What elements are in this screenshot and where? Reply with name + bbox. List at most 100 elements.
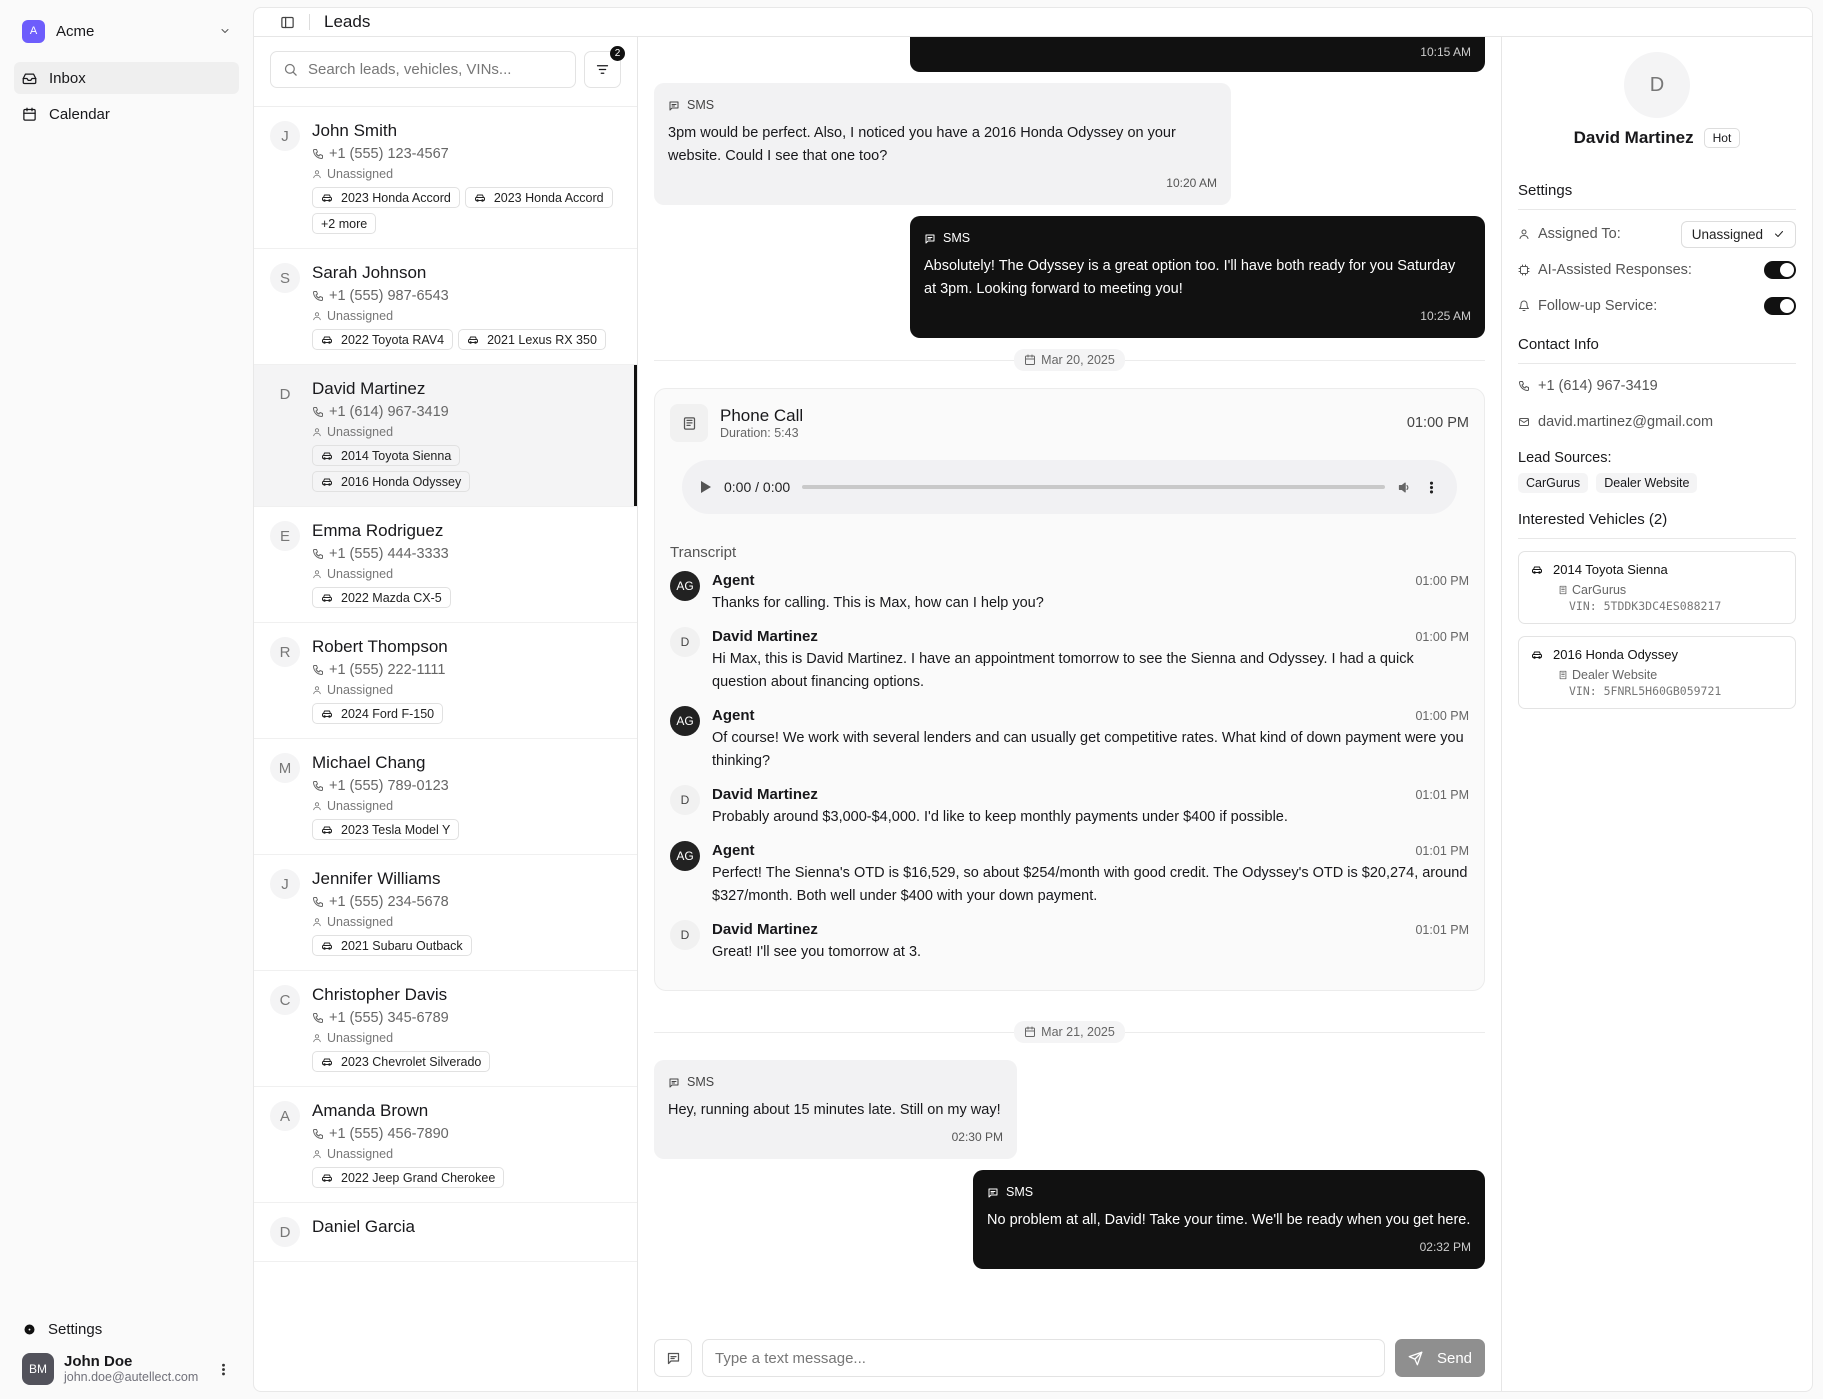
calendar-icon [1025,354,1036,365]
message-text: Hey, running about 15 minutes late. Stil… [668,1102,1001,1118]
vehicle-chip-label: 2021 Lexus RX 350 [487,332,597,347]
assign-select[interactable]: Unassigned [1680,220,1796,248]
leads-panel: Search leads, vehicles, VINs... 2 J John… [254,37,638,1391]
phone-icon [313,665,323,675]
vehicle-name: 2014 Toyota Sienna [1553,562,1668,577]
vehicle-chip: 2023 Honda Accord [464,187,613,208]
channel-toggle-button[interactable] [654,1339,692,1377]
vehicle-chip-label: 2022 Mazda CX-5 [341,590,442,605]
more-vertical-icon[interactable] [216,1362,231,1377]
more-vehicles-chip[interactable]: +2 more [312,213,377,234]
lead-list-item[interactable]: E Emma Rodriguez +1 (555) 444-3333 Unass… [254,507,637,623]
status-badge[interactable]: Hot [1703,128,1741,148]
lead-phone: +1 (555) 234-5678 [312,893,621,911]
lead-assignee: Unassigned [312,166,621,182]
lead-phone-value: +1 (555) 123-4567 [329,146,449,162]
vehicle-chips: 2022 Jeep Grand Cherokee [312,1167,621,1188]
message-thread: 10:15 AM SMS 3pm would be perfect. Also,… [638,37,1501,1316]
vehicle-chips: 2021 Subaru Outback [312,935,621,956]
lead-list-item[interactable]: C Christopher Davis +1 (555) 345-6789 Un… [254,971,637,1087]
lead-list-item[interactable]: R Robert Thompson +1 (555) 222-1111 Unas… [254,623,637,739]
calendar-icon [1025,1026,1036,1037]
message-bubble-outgoing: SMS Absolutely! The Odyssey is a great o… [910,216,1485,338]
lead-list-item[interactable]: S Sarah Johnson +1 (555) 987-6543 Unassi… [254,249,637,365]
sidebar-item-settings[interactable]: Settings [14,1313,239,1345]
line-time: 01:00 PM [1415,574,1469,588]
message-text: No problem at all, David! Take your time… [987,1212,1471,1228]
audio-progress[interactable] [802,485,1385,489]
chevron-down-icon [221,29,229,33]
followup-toggle[interactable] [1764,297,1796,315]
lead-assignee-value: Unassigned [327,309,394,323]
vehicle-chip: 2014 Toyota Sienna [312,445,461,466]
lead-source-tag: Dealer Website [1596,473,1698,493]
search-input[interactable]: Search leads, vehicles, VINs... [270,51,576,88]
date-label: Mar 21, 2025 [1041,1025,1115,1039]
lead-phone-value: +1 (555) 222-1111 [329,662,446,678]
sidebar-item-calendar[interactable]: Calendar [14,98,239,130]
vehicle-chip-label: 2022 Jeep Grand Cherokee [341,1170,496,1185]
phone-icon [313,407,323,417]
vehicle-card[interactable]: 2014 Toyota Sienna CarGurus VIN: 5TDDK3D… [1518,551,1796,624]
vehicle-chip: 2021 Subaru Outback [312,935,472,956]
vehicle-card[interactable]: 2016 Honda Odyssey Dealer Website VIN: 5… [1518,636,1796,709]
vehicle-chips: 2022 Toyota RAV4 2021 Lexus RX 350 [312,329,621,350]
message-time: 10:20 AM [1166,176,1217,190]
audio-time: 0:00 / 0:00 [724,479,791,495]
date-separator: Mar 20, 2025 [654,349,1486,371]
channel-label: SMS [1006,1185,1034,1199]
lead-phone: +1 (555) 444-3333 [312,545,621,563]
lead-list-item[interactable]: D David Martinez +1 (614) 967-3419 Unass… [254,365,637,507]
lead-phone-value: +1 (614) 967-3419 [329,404,449,420]
lead-phone: +1 (555) 222-1111 [312,661,621,679]
filter-button[interactable]: 2 [584,46,625,88]
lead-list-item[interactable]: J Jennifer Williams +1 (555) 234-5678 Un… [254,855,637,971]
search-row: Search leads, vehicles, VINs... 2 [254,37,637,107]
lead-list-item[interactable]: J John Smith +1 (555) 123-4567 Unassigne… [254,107,637,249]
send-label: Send [1436,1349,1473,1367]
vehicle-chip-label: 2023 Honda Accord [493,190,604,205]
contact-email: david.martinez@gmail.com [1518,404,1796,440]
channel-label: SMS [687,98,715,112]
car-icon [322,194,332,202]
lead-list-item[interactable]: D Daniel Garcia [254,1203,637,1262]
audio-player[interactable]: 0:00 / 0:00 [682,460,1457,514]
vehicle-chip: 2023 Chevrolet Silverado [312,1051,491,1072]
lead-list-item[interactable]: M Michael Chang +1 (555) 789-0123 Unassi… [254,739,637,855]
transcript-line: AG Agent 01:00 PM Of course! We work with… [670,706,1469,773]
lead-assignee-value: Unassigned [327,683,394,697]
vehicle-chip: 2016 Honda Odyssey [312,471,471,492]
play-icon[interactable] [700,480,712,494]
sidebar-item-inbox[interactable]: Inbox [14,62,239,94]
user-menu[interactable]: BM John Doe john.doe@autellect.com [14,1347,239,1391]
lead-name: David Martinez [312,379,426,398]
more-vertical-icon[interactable] [1424,480,1439,495]
lead-list-item[interactable]: A Amanda Brown +1 (555) 456-7890 Unassig… [254,1087,637,1203]
volume-icon[interactable] [1397,480,1412,495]
car-icon [322,710,332,718]
workspace-switcher[interactable]: A Acme [14,14,239,48]
car-icon [322,1058,332,1066]
page-title: Leads [324,12,371,31]
sidebar-toggle-icon[interactable] [280,15,295,30]
lead-assignee: Unassigned [312,424,621,440]
phone-icon [313,781,323,791]
message-icon [667,1352,679,1364]
call-duration: Duration: 5:43 [720,425,799,440]
topbar: Leads [254,8,1812,37]
speaker-name: Agent [712,572,755,589]
avatar: J [270,869,300,899]
lead-assignee: Unassigned [312,566,621,582]
user-icon [313,802,321,811]
avatar: J [270,121,300,151]
message-input[interactable]: Type a text message... [702,1339,1385,1377]
vehicle-chip: 2022 Jeep Grand Cherokee [312,1167,505,1188]
check-icon [1775,231,1783,237]
ai-responses-toggle[interactable] [1764,261,1796,279]
car-icon [468,336,479,344]
user-icon [313,686,321,695]
phone-icon [313,1013,323,1023]
lead-name: Jennifer Williams [312,869,441,888]
send-button[interactable]: Send [1395,1339,1485,1377]
avatar: AG [670,571,700,601]
